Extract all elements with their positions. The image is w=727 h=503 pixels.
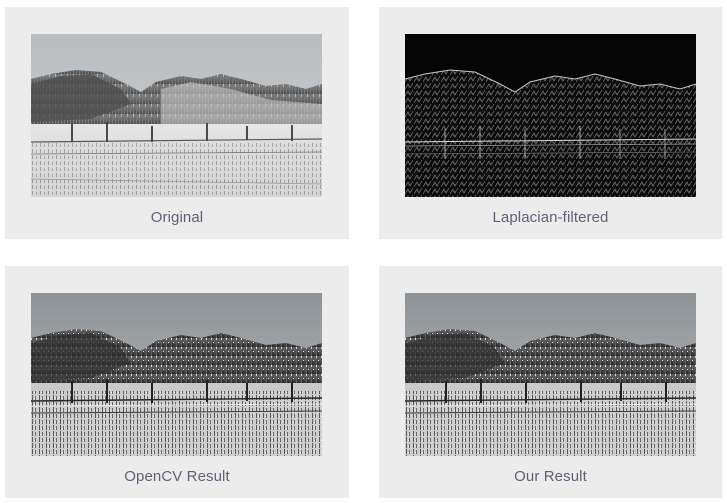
our-result-image: [405, 293, 696, 456]
original-panel: Original: [5, 7, 349, 239]
laplacian-caption: Laplacian-filtered: [492, 209, 609, 226]
original-image: [31, 34, 322, 197]
our-result-caption: Our Result: [514, 468, 587, 485]
opencv-result-caption: OpenCV Result: [124, 468, 230, 485]
our-result-panel: Our Result: [379, 266, 722, 498]
laplacian-panel: Laplacian-filtered: [379, 7, 722, 239]
original-caption: Original: [150, 209, 204, 226]
opencv-result-image: [31, 293, 322, 456]
opencv-result-panel: OpenCV Result: [5, 266, 349, 498]
laplacian-image: [405, 34, 696, 197]
